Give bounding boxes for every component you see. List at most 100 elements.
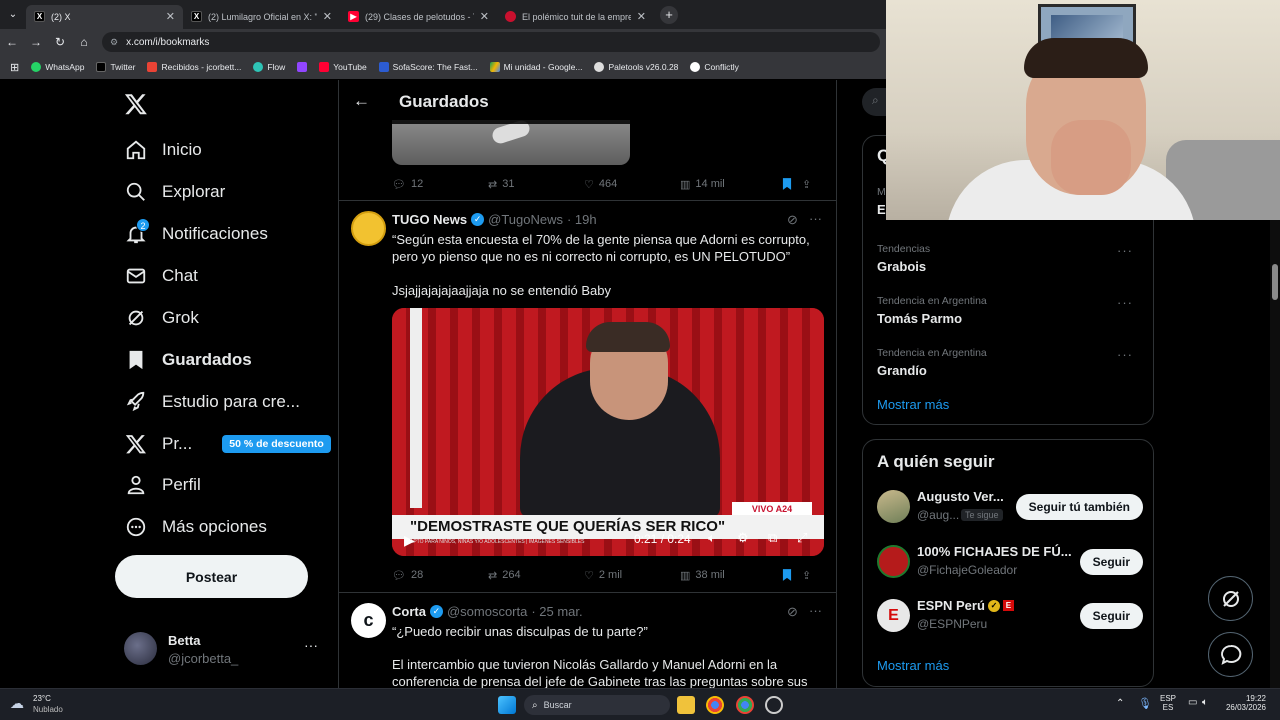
bookmark-gmail[interactable]: Recibidos - jcorbett...: [141, 62, 247, 72]
bookmark-conflictly[interactable]: Conflictly: [684, 62, 744, 72]
like-button[interactable]: ♡ 2 mil: [584, 569, 680, 582]
forward-icon[interactable]: →: [24, 35, 48, 49]
file-explorer-icon[interactable]: [677, 696, 695, 714]
trend-item[interactable]: Tendencias Grabois ···: [877, 243, 1141, 274]
bookmark-button[interactable]: [780, 568, 802, 582]
back-icon[interactable]: ←: [0, 35, 24, 49]
trend-item[interactable]: Tendencia en Argentina Tomás Parmo ···: [877, 295, 1141, 326]
back-arrow-icon[interactable]: ←: [353, 91, 370, 111]
microphone-icon[interactable]: 🎙︎: [1138, 697, 1152, 710]
more-dots-icon[interactable]: ···: [1117, 347, 1133, 362]
tweet-time[interactable]: · 19h: [567, 212, 597, 227]
tweet-time[interactable]: · 25 mar.: [531, 604, 582, 619]
tweet-media-image[interactable]: [392, 120, 630, 165]
nav-profile[interactable]: Perfil: [124, 473, 201, 497]
chrome-icon[interactable]: [706, 696, 724, 714]
more-dots-icon[interactable]: ···: [809, 603, 822, 618]
grok-float-button[interactable]: [1208, 576, 1253, 621]
bookmark-paletools[interactable]: Paletools v26.0.28: [588, 62, 684, 72]
author-name[interactable]: TUGO News: [392, 212, 467, 227]
like-button[interactable]: ♡ 464: [584, 178, 680, 191]
trend-name[interactable]: E: [877, 202, 886, 217]
settings-gear-icon[interactable]: ⚙: [737, 530, 749, 546]
follow-back-button[interactable]: Seguir tú también: [1015, 494, 1143, 520]
scrollbar-thumb[interactable]: [1272, 264, 1278, 300]
nav-grok[interactable]: Grok: [124, 306, 199, 330]
x-logo-icon[interactable]: [124, 92, 150, 118]
follow-button[interactable]: Seguir: [1079, 603, 1143, 629]
windows-start-icon[interactable]: [498, 696, 516, 714]
retweet-button[interactable]: ⇄ 31: [488, 178, 584, 191]
author-handle[interactable]: @TugoNews: [488, 212, 563, 227]
nav-creator-studio[interactable]: Estudio para cre...: [124, 390, 300, 414]
follow-button[interactable]: Seguir: [1079, 549, 1143, 575]
chrome-profile-icon[interactable]: [736, 696, 754, 714]
volume-icon[interactable]: 🔈︎: [708, 530, 716, 546]
network-icon[interactable]: ▭: [1188, 697, 1197, 708]
play-icon[interactable]: ▶: [404, 532, 415, 549]
bookmark-twitch[interactable]: [291, 62, 313, 72]
taskbar-search-input[interactable]: ⌕ Buscar: [524, 695, 670, 715]
tweet-video[interactable]: VIVO A24 "DEMOSTRASTE QUE QUERÍAS SER RI…: [392, 308, 824, 556]
apps-grid-icon[interactable]: ⊞: [4, 61, 25, 74]
tweet-avatar[interactable]: [351, 211, 386, 246]
bookmark-whatsapp[interactable]: WhatsApp: [25, 62, 90, 72]
more-dots-icon[interactable]: ···: [1117, 243, 1133, 258]
nav-notifications[interactable]: 2 Notificaciones: [124, 218, 268, 246]
browser-tab[interactable]: ▶ (29) Clases de pelotudos - You… ✕: [340, 5, 497, 29]
bookmark-button[interactable]: [780, 177, 802, 191]
nav-home[interactable]: Inicio: [124, 138, 202, 162]
bookmark-sofascore[interactable]: SofaScore: The Fast...: [373, 62, 484, 72]
nav-bookmarks[interactable]: Guardados: [124, 348, 252, 372]
nav-explore[interactable]: Explorar: [124, 180, 225, 204]
nav-chat[interactable]: Chat: [124, 264, 198, 288]
tweet-avatar[interactable]: c: [351, 603, 386, 638]
retweet-button[interactable]: ⇄ 264: [488, 569, 584, 582]
grok-icon[interactable]: ⊘: [787, 604, 798, 620]
close-tab-icon[interactable]: ✕: [323, 10, 332, 23]
weather-widget[interactable]: ☁: [10, 695, 30, 713]
trend-item[interactable]: Tendencia en Argentina Grandío ···: [877, 347, 1141, 378]
nav-premium[interactable]: Pr... 50 % de descuento: [124, 432, 331, 456]
pip-icon[interactable]: ⧉: [768, 530, 777, 546]
bookmark-twitter[interactable]: Twitter: [90, 62, 141, 72]
app-icon[interactable]: [765, 696, 783, 714]
language-indicator[interactable]: ESP ES: [1160, 694, 1176, 712]
browser-tab[interactable]: X (2) Lumilagro Oficial en X: "Tod… ✕: [183, 5, 340, 29]
share-button[interactable]: ⇪: [802, 178, 811, 191]
author-name[interactable]: Corta: [392, 604, 426, 619]
follow-suggestion[interactable]: E ESPN Perú ✓ E @ESPNPeru Seguir: [875, 593, 1145, 643]
messages-float-button[interactable]: [1208, 632, 1253, 677]
reload-icon[interactable]: ↻: [48, 35, 72, 49]
nav-more[interactable]: Más opciones: [124, 515, 267, 539]
more-dots-icon[interactable]: ···: [304, 637, 318, 653]
close-tab-icon[interactable]: ✕: [480, 10, 489, 23]
fullscreen-icon[interactable]: ⤢: [797, 530, 807, 546]
tray-chevron-icon[interactable]: ⌃: [1116, 698, 1124, 709]
account-switcher[interactable]: Betta @jcorbetta_ ···: [112, 627, 326, 671]
tweet[interactable]: TUGO News ✓ @TugoNews · 19h ⊘ ··· “Según…: [339, 201, 836, 593]
bookmark-flow[interactable]: Flow: [247, 62, 291, 72]
reply-button[interactable]: 💬︎ 12: [392, 178, 488, 191]
reply-button[interactable]: 💬︎ 28: [392, 569, 488, 582]
author-handle[interactable]: @somoscorta: [447, 604, 527, 619]
home-icon[interactable]: ⌂: [72, 35, 96, 49]
follow-suggestion[interactable]: 100% FICHAJES DE FÚ... @FichajeGoleador …: [875, 539, 1145, 589]
new-tab-button[interactable]: +: [660, 5, 678, 24]
bookmark-youtube[interactable]: YouTube: [313, 62, 372, 72]
browser-tab[interactable]: X (2) X ✕: [26, 4, 183, 29]
tweet[interactable]: c Corta ✓ @somoscorta · 25 mar. ⊘ ··· “¿…: [339, 593, 836, 688]
url-field[interactable]: ⚙ x.com/i/bookmarks: [102, 32, 880, 52]
share-button[interactable]: ⇪: [802, 569, 811, 582]
show-more-link[interactable]: Mostrar más: [877, 658, 949, 673]
bookmark-google-drive[interactable]: Mi unidad - Google...: [484, 62, 589, 72]
post-button[interactable]: Postear: [115, 555, 308, 598]
close-tab-icon[interactable]: ✕: [637, 10, 646, 23]
follow-suggestion[interactable]: Augusto Ver... @aug... Te sigue Seguir t…: [875, 484, 1145, 534]
grok-icon[interactable]: ⊘: [787, 212, 798, 228]
views-button[interactable]: ▥ 14 mil: [680, 178, 780, 191]
volume-icon[interactable]: 🔈︎: [1202, 697, 1208, 708]
clock[interactable]: 19:22 26/03/2026: [1222, 694, 1266, 712]
views-button[interactable]: ▥ 38 mil: [680, 569, 780, 582]
show-more-link[interactable]: Mostrar más: [877, 397, 949, 412]
